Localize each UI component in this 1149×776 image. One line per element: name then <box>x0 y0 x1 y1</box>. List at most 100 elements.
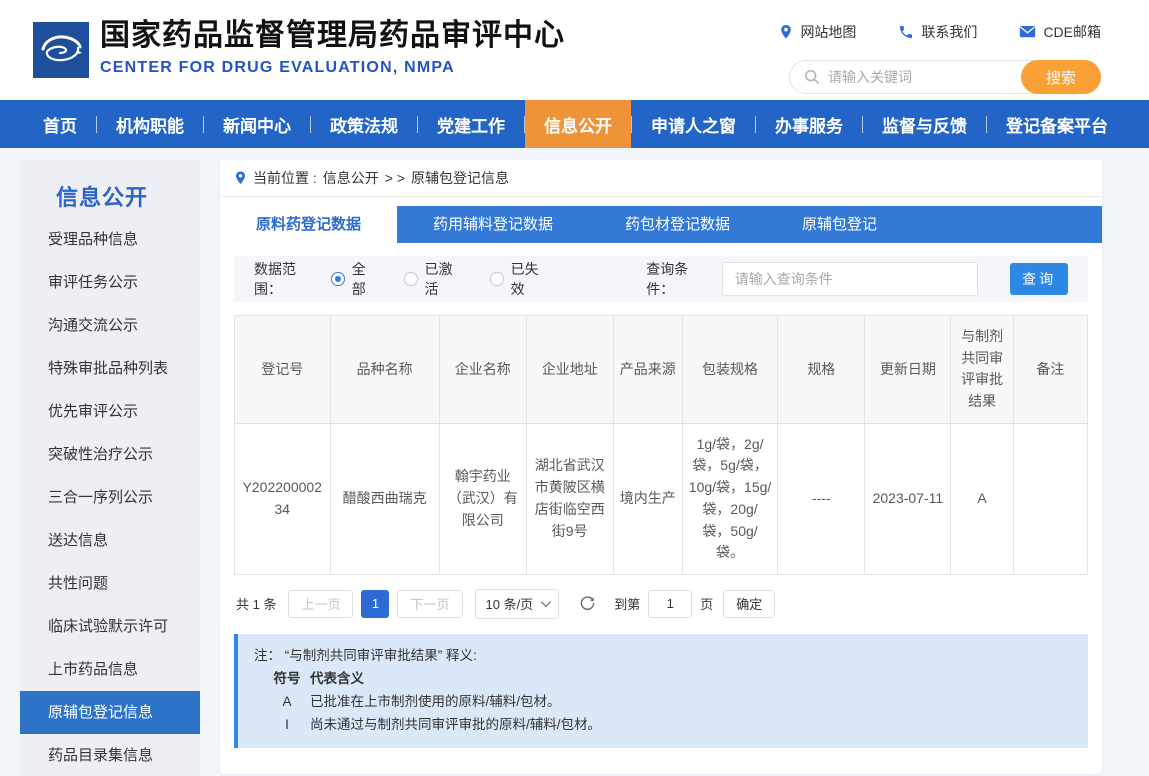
nav-item-services[interactable]: 办事服务 <box>756 100 862 148</box>
radio-activated[interactable]: 已激活 <box>404 259 464 299</box>
sidebar-item-breakthrough-therapy[interactable]: 突破性治疗公示 <box>20 433 200 476</box>
tab-packaging-material-data[interactable]: 药包材登记数据 <box>589 206 766 243</box>
note-title: 注： “与制剂共同审评审批结果” 释义: <box>254 644 1072 667</box>
header-product-name: 品种名称 <box>330 316 439 424</box>
quick-links: 网站地图 联系我们 CDE邮箱 <box>779 22 1101 42</box>
tab-raw-excipient-packaging[interactable]: 原辅包登记 <box>766 206 913 243</box>
header-spec: 规格 <box>778 316 865 424</box>
nav-item-registration-platform[interactable]: 登记备案平台 <box>987 100 1127 148</box>
breadcrumb-pin-icon <box>234 170 247 186</box>
cell-remarks <box>1013 423 1087 574</box>
note-symbol-a: A <box>264 690 310 713</box>
site-header: 国家药品监督管理局药品审评中心 CENTER FOR DRUG EVALUATI… <box>0 0 1149 100</box>
breadcrumb-separator: > > <box>385 170 405 186</box>
sidebar-item-marketed-drugs[interactable]: 上市药品信息 <box>20 648 200 691</box>
cell-registration-no: Y20220000234 <box>235 423 331 574</box>
nav-item-policy[interactable]: 政策法规 <box>311 100 417 148</box>
nav-item-org[interactable]: 机构职能 <box>97 100 203 148</box>
page-number-button[interactable]: 1 <box>361 590 389 618</box>
goto-page-input[interactable] <box>648 590 692 618</box>
header-company-name: 企业名称 <box>439 316 526 424</box>
table-header-row: 登记号 品种名称 企业名称 企业地址 产品来源 包装规格 规格 更新日期 与制剂… <box>235 316 1088 424</box>
nav-item-home[interactable]: 首页 <box>24 100 96 148</box>
sidebar-item-review-tasks[interactable]: 审评任务公示 <box>20 261 200 304</box>
pagination-total: 共 1 条 <box>236 594 276 613</box>
cell-joint-review-result: A <box>951 423 1013 574</box>
sidebar: 信息公开 受理品种信息 审评任务公示 沟通交流公示 特殊审批品种列表 优先审评公… <box>20 160 200 776</box>
sitemap-link[interactable]: 网站地图 <box>779 22 856 42</box>
site-search-button[interactable]: 搜索 <box>1021 60 1101 94</box>
sidebar-item-communication[interactable]: 沟通交流公示 <box>20 304 200 347</box>
tab-raw-material-data[interactable]: 原料药登记数据 <box>220 206 397 243</box>
page-size-select[interactable]: 10 条/页 <box>475 589 560 619</box>
mail-icon <box>1019 25 1036 39</box>
sidebar-item-raw-material-registration[interactable]: 原辅包登记信息 <box>20 691 200 734</box>
site-title: 国家药品监督管理局药品审评中心 <box>100 18 565 54</box>
sidebar-item-special-approval[interactable]: 特殊审批品种列表 <box>20 347 200 390</box>
phone-icon <box>898 24 914 40</box>
note-meaning-a: 已批准在上市制剂使用的原料/辅料/包材。 <box>310 690 1072 713</box>
query-label: 查询条件： <box>646 259 713 299</box>
registration-table: 登记号 品种名称 企业名称 企业地址 产品来源 包装规格 规格 更新日期 与制剂… <box>234 315 1088 575</box>
next-page-button[interactable]: 下一页 <box>397 590 462 618</box>
main-nav: 首页 机构职能 新闻中心 政策法规 党建工作 信息公开 申请人之窗 办事服务 监… <box>0 100 1149 148</box>
data-tabs: 原料药登记数据 药用辅料登记数据 药包材登记数据 原辅包登记 <box>220 206 1102 243</box>
breadcrumb-info-disclosure[interactable]: 信息公开 <box>323 168 379 188</box>
pagination: 共 1 条 上一页 1 下一页 10 条/页 到第 页 确定 <box>234 589 1088 619</box>
nav-item-applicant[interactable]: 申请人之窗 <box>632 100 755 148</box>
sidebar-item-drug-catalog[interactable]: 药品目录集信息 <box>20 734 200 776</box>
radio-activated-label: 已激活 <box>425 259 465 299</box>
query-button[interactable]: 查询 <box>1010 263 1068 295</box>
contact-link[interactable]: 联系我们 <box>898 22 977 42</box>
sidebar-title: 信息公开 <box>20 160 200 218</box>
sidebar-item-clinical-trial-license[interactable]: 临床试验默示许可 <box>20 605 200 648</box>
nav-item-info-disclosure[interactable]: 信息公开 <box>525 100 631 148</box>
note-table: 符号 代表含义 A 已批准在上市制剂使用的原料/辅料/包材。 I 尚未通过与制剂… <box>254 667 1072 736</box>
sidebar-item-priority-review[interactable]: 优先审评公示 <box>20 390 200 433</box>
radio-expired-label: 已失效 <box>511 259 551 299</box>
cell-packaging-spec: 1g/袋，2g/袋，5g/袋，10g/袋，15g/袋，20g/袋，50g/袋。 <box>682 423 778 574</box>
scope-label: 数据范围： <box>254 259 321 299</box>
prev-page-button[interactable]: 上一页 <box>288 590 353 618</box>
header-joint-review-result: 与制剂共同审评审批结果 <box>951 316 1013 424</box>
site-search: 搜索 <box>789 60 1101 94</box>
page: 国家药品监督管理局药品审评中心 CENTER FOR DRUG EVALUATI… <box>0 0 1149 776</box>
header-packaging-spec: 包装规格 <box>682 316 778 424</box>
nav-item-party[interactable]: 党建工作 <box>418 100 524 148</box>
note-meaning-i: 尚未通过与制剂共同审评审批的原料/辅料/包材。 <box>310 713 1072 736</box>
nav-item-supervision[interactable]: 监督与反馈 <box>863 100 986 148</box>
contact-label: 联系我们 <box>921 22 977 42</box>
mail-link[interactable]: CDE邮箱 <box>1019 22 1101 42</box>
nav-item-news[interactable]: 新闻中心 <box>204 100 310 148</box>
cell-company-address: 湖北省武汉市黄陂区横店街临空西街9号 <box>526 423 613 574</box>
sidebar-item-delivery-info[interactable]: 送达信息 <box>20 519 200 562</box>
radio-all-circle[interactable] <box>331 272 344 286</box>
radio-activated-circle[interactable] <box>404 272 417 286</box>
sidebar-item-common-issues[interactable]: 共性问题 <box>20 562 200 605</box>
radio-expired-circle[interactable] <box>490 272 503 286</box>
confirm-button[interactable]: 确定 <box>723 590 775 618</box>
sidebar-item-three-in-one[interactable]: 三合一序列公示 <box>20 476 200 519</box>
search-icon <box>804 69 820 85</box>
filter-bar: 数据范围： 全部 已激活 已失效 查询条件： <box>234 256 1088 302</box>
sidebar-item-accepted-products[interactable]: 受理品种信息 <box>20 218 200 261</box>
cell-product-source: 境内生产 <box>613 423 682 574</box>
breadcrumb-prefix: 当前位置 : <box>253 168 317 188</box>
cell-spec: ---- <box>778 423 865 574</box>
cell-product-name: 醋酸西曲瑞克 <box>330 423 439 574</box>
chevron-down-icon <box>541 598 551 608</box>
scope-radio-group: 全部 已激活 已失效 <box>331 259 550 299</box>
breadcrumb-current-page[interactable]: 原辅包登记信息 <box>411 168 509 188</box>
radio-all-label: 全部 <box>352 259 378 299</box>
content-area: 信息公开 受理品种信息 审评任务公示 沟通交流公示 特殊审批品种列表 优先审评公… <box>0 148 1149 776</box>
tab-excipient-data[interactable]: 药用辅料登记数据 <box>397 206 589 243</box>
radio-all[interactable]: 全部 <box>331 259 378 299</box>
site-search-input[interactable] <box>828 69 1008 85</box>
breadcrumb: 当前位置 : 信息公开 > > 原辅包登记信息 <box>220 160 1102 197</box>
refresh-icon <box>579 595 596 612</box>
cde-logo[interactable] <box>33 22 89 78</box>
refresh-button[interactable] <box>579 595 596 612</box>
goto-prefix: 到第 <box>614 594 640 613</box>
query-input[interactable] <box>722 262 978 296</box>
radio-expired[interactable]: 已失效 <box>490 259 550 299</box>
